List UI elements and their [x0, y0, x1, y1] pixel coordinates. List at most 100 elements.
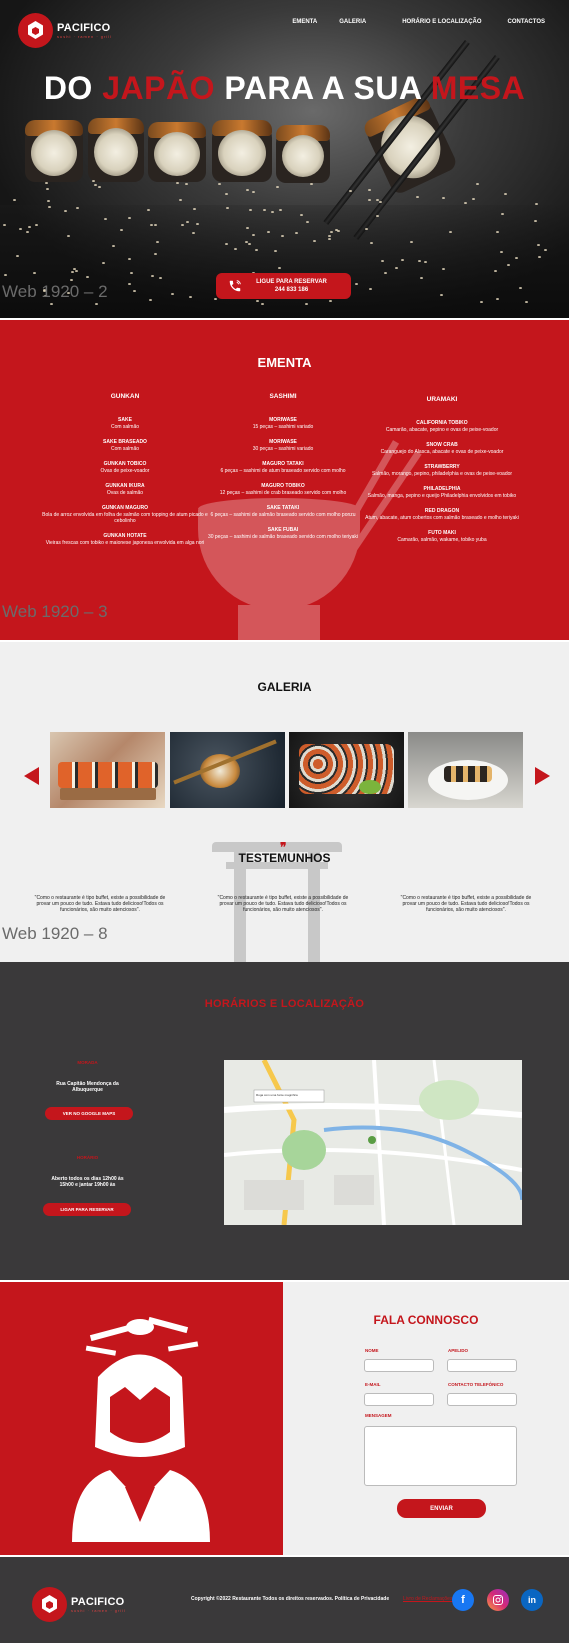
menu-item: GUNKAN IKURA Ovas de salmão: [35, 483, 215, 496]
sushi-roll-image: [212, 120, 272, 182]
menu-title: EMENTA: [257, 355, 312, 370]
hours-location-section: HORÁRIOS E LOCALIZAÇÃO MORADA Rua Capitã…: [0, 962, 569, 1280]
sushi-roll-image: [88, 118, 144, 182]
phone-icon: [228, 279, 242, 293]
gallery-photo[interactable]: [50, 732, 165, 808]
name-label: NOME: [365, 1348, 379, 1353]
menu-column: SASHIMI MORIWASE 15 peças – sashimi variad…: [193, 393, 373, 549]
gallery-photo[interactable]: [289, 732, 404, 808]
menu-item-description: Caranguejo do Alasca, abacate e ovas de …: [380, 449, 504, 455]
nav-galeria[interactable]: GALERIA: [339, 19, 366, 25]
instagram-icon[interactable]: [487, 1589, 509, 1611]
send-button[interactable]: ENVIAR: [397, 1499, 486, 1518]
gallery-prev-arrow-icon[interactable]: [24, 767, 39, 785]
sushi-roll-image: [148, 122, 206, 182]
gallery-title: GALERIA: [257, 680, 312, 694]
logo-icon: [18, 13, 53, 48]
menu-item-description: Camarão, salmão, wakame, tobiko yuba: [397, 537, 487, 543]
menu-item: MAGURO TOBIKO 12 peças – sashimi de crab …: [193, 483, 373, 496]
menu-item-description: Ovas de peixe-voador: [100, 468, 150, 474]
menu-column-heading: URAMAKI: [426, 396, 458, 403]
copyright-text: Copyright ©2022 Restaurante Todos os dir…: [191, 1596, 390, 1602]
menu-item-name: SAKE BRASEADO: [103, 439, 147, 445]
footer-logo[interactable]: PACIFICO sushi · ramen · grill: [32, 1587, 126, 1622]
view-google-maps-button[interactable]: VER NO GOOGLE MAPS: [45, 1107, 133, 1120]
menu-item-description: 6 peças – sashimi de salmão braseado ser…: [210, 512, 356, 518]
main-nav: EMENTA GALERIA HORÁRIO E LOCALIZAÇÃO CON…: [292, 19, 545, 25]
brand-logo[interactable]: PACIFICO sushi · ramen · grill: [18, 13, 112, 48]
menu-item-name: GUNKAN TOBICO: [103, 461, 147, 467]
gallery-photo[interactable]: [170, 732, 285, 808]
brand-name: PACIFICO: [71, 1596, 125, 1608]
frame-label: Web 1920 – 8: [2, 924, 108, 943]
menu-item-name: CALIFORNIA TOBIKO: [416, 420, 468, 426]
logo-icon: [32, 1587, 67, 1622]
menu-item-name: GUNKAN IKURA: [105, 483, 145, 489]
menu-column-heading: GUNKAN: [110, 393, 140, 400]
menu-item-name: MAGURO TOBIKO: [261, 483, 305, 489]
menu-item-description: Ovas de salmão: [106, 490, 144, 496]
menu-item: SAKE BRASEADO Com salmão: [35, 439, 215, 452]
menu-item-name: GUNKAN HOTATE: [103, 533, 147, 539]
phone-field[interactable]: [447, 1393, 517, 1406]
brand-tagline: sushi · ramen · grill: [71, 1608, 127, 1613]
nav-contactos[interactable]: CONTACTOS: [508, 19, 545, 25]
menu-item: SAKE FUBAI 30 peças – sashimi de salmão b…: [193, 527, 373, 540]
title-part: PARA A SUA: [214, 70, 431, 106]
menu-item-name: STRAWBERRY: [424, 464, 460, 470]
address-label: MORADA: [77, 1060, 98, 1065]
menu-item: SNOW CRAB Caranguejo do Alasca, abacate e…: [352, 442, 532, 455]
contact-form-section: FALA CONNOSCO NOME APELIDO E-MAIL CONTAC…: [283, 1282, 569, 1555]
call-to-reserve-button[interactable]: LIGUE PARA RESERVAR 244 833 186: [216, 273, 351, 299]
geisha-icon: [72, 1316, 210, 1542]
title-part: DO: [43, 70, 103, 106]
chopstick-image: [323, 40, 470, 225]
contact-title: FALA CONNOSCO: [373, 1313, 479, 1327]
reserve-label: LIGUE PARA RESERVAR: [256, 279, 327, 285]
menu-item: MAGURO TATAKI 6 peças – sashimi de atum b…: [193, 461, 373, 474]
menu-item: MORIWASE 30 peças – sashimi variado: [193, 439, 373, 452]
gallery-section: GALERIA ❞ TESTEMUNHOS "Como o restaurant…: [0, 642, 569, 962]
complaints-book-link[interactable]: Livro de Reclamações: [403, 1596, 452, 1602]
menu-item-name: PHILADELPHIA: [423, 486, 461, 492]
name-field[interactable]: [364, 1359, 434, 1372]
location-map[interactable]: Ruga com uma fonte magnífica: [224, 1060, 522, 1225]
address-text: Rua Capitão Mendonça da Albuquerque: [56, 1081, 119, 1093]
menu-item-name: MAGURO TATAKI: [262, 461, 304, 467]
menu-item-description: Atum, abacate, atum cobertos com salmão …: [365, 515, 519, 521]
facebook-icon[interactable]: f: [452, 1589, 474, 1611]
gallery-next-arrow-icon[interactable]: [535, 767, 550, 785]
hours-label: HORÁRIO: [76, 1155, 99, 1160]
gallery-photo[interactable]: [408, 732, 523, 808]
testimonial-text: "Como o restaurante é tipo buffet, exist…: [217, 895, 349, 913]
frame-label: Web 1920 – 3: [2, 602, 108, 621]
menu-item-description: Vieiras frescas com tobiko e maionese ja…: [45, 540, 205, 546]
menu-item-description: Salmão, morango, pepino, philadelphia e …: [371, 471, 513, 477]
message-field[interactable]: [364, 1426, 517, 1486]
menu-item: SAKE TATAKI 6 peças – sashimi de salmão b…: [193, 505, 373, 518]
email-field[interactable]: [364, 1393, 434, 1406]
menu-item-name: SAKE FUBAI: [267, 527, 299, 533]
call-reserve-button[interactable]: LIGAR PARA RESERVAR: [43, 1203, 131, 1216]
hero-section: PACIFICO sushi · ramen · grill EMENTA GA…: [0, 0, 569, 318]
title-highlight: JAPÃO: [102, 70, 215, 106]
map-tooltip: Ruga com uma fonte magnífica: [256, 1093, 298, 1097]
menu-item-description: Com salmão: [110, 446, 140, 452]
linkedin-icon[interactable]: in: [521, 1589, 543, 1611]
reserve-phone: 244 833 186: [274, 287, 309, 293]
menu-item-name: SAKE: [118, 417, 132, 423]
menu-item-name: FUTO MAKI: [428, 530, 456, 536]
menu-item: FUTO MAKI Camarão, salmão, wakame, tobiko…: [352, 530, 532, 543]
menu-column: URAMAKI CALIFORNIA TOBIKO Camarão, abacate…: [352, 396, 532, 552]
menu-item: STRAWBERRY Salmão, morango, pepino, phila…: [352, 464, 532, 477]
surname-label: APELIDO: [448, 1348, 469, 1353]
menu-item-description: Bola de arroz envolvida em folha de salm…: [42, 512, 208, 524]
menu-item-description: 12 peças – sashimi de crab braseado serv…: [219, 490, 347, 496]
nav-ementa[interactable]: EMENTA: [292, 19, 317, 25]
nav-horario[interactable]: HORÁRIO E LOCALIZAÇÃO: [402, 19, 481, 25]
menu-item-description: 15 peças – sashimi variado: [252, 424, 314, 430]
surname-field[interactable]: [447, 1359, 517, 1372]
bowl-foot-graphic: [238, 605, 320, 640]
menu-item-description: Com salmão: [110, 424, 140, 430]
menu-item-name: MORIWASE: [269, 417, 297, 423]
